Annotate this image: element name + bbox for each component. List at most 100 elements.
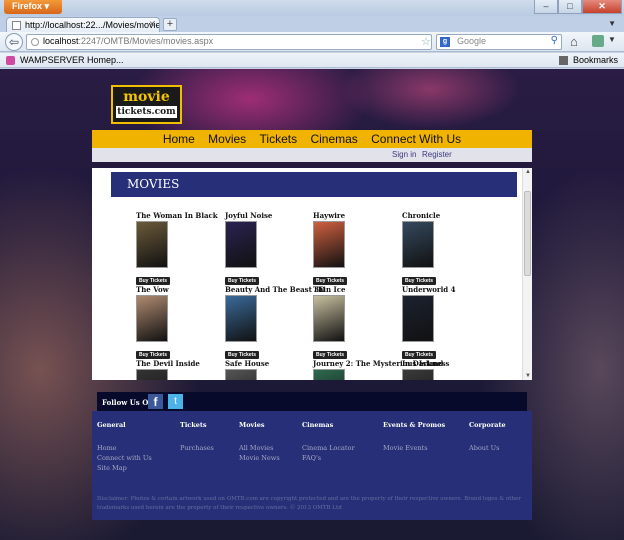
footer-link-home[interactable]: Home bbox=[97, 443, 152, 453]
content-scrollbar[interactable]: ▲ ▼ bbox=[522, 168, 532, 380]
addon-icon[interactable] bbox=[592, 35, 604, 47]
address-bar[interactable]: localhost:2247/OMTB/Movies/movies.aspx ☆… bbox=[26, 34, 454, 50]
bookmark-label: WAMPSERVER Homep... bbox=[20, 55, 124, 65]
footer-link-movie-news[interactable]: Movie News bbox=[239, 453, 280, 463]
buy-tickets-button[interactable]: Buy Tickets bbox=[402, 351, 436, 359]
footer-col-events: Events & Promos Movie Events bbox=[383, 421, 445, 453]
chevron-down-icon[interactable]: ▼ bbox=[608, 35, 616, 44]
footer-heading: Events & Promos bbox=[383, 421, 446, 429]
movie-poster[interactable] bbox=[313, 221, 345, 268]
facebook-icon[interactable]: f bbox=[148, 394, 163, 409]
site-footer: General Home Connect with Us Site Map Ti… bbox=[92, 411, 532, 520]
movie-poster[interactable] bbox=[402, 295, 434, 342]
movie-card: Underworld 4 Buy Tickets bbox=[402, 285, 512, 359]
menu-home[interactable]: Home bbox=[163, 132, 195, 146]
movie-title[interactable]: Chronicle bbox=[402, 211, 512, 220]
google-icon[interactable]: g bbox=[440, 37, 450, 47]
page-icon bbox=[12, 21, 21, 30]
footer-col-tickets: Tickets Purchases bbox=[180, 421, 214, 453]
buy-tickets-button[interactable]: Buy Tickets bbox=[402, 277, 436, 285]
follow-bar: Follow Us On f t bbox=[97, 392, 527, 411]
movie-card: In DarknessBuy Tickets bbox=[402, 359, 512, 380]
navigation-toolbar: ⇦ localhost:2247/OMTB/Movies/movies.aspx… bbox=[0, 32, 624, 52]
scroll-thumb[interactable] bbox=[524, 191, 531, 276]
movie-poster[interactable] bbox=[136, 369, 168, 380]
movie-poster[interactable] bbox=[225, 369, 257, 380]
footer-col-cinemas: Cinemas Cinema Locator FAQ's bbox=[302, 421, 355, 463]
movie-poster[interactable] bbox=[313, 369, 345, 380]
buy-tickets-button[interactable]: Buy Tickets bbox=[313, 277, 347, 285]
movie-poster[interactable] bbox=[136, 221, 168, 268]
signin-link[interactable]: Sign in bbox=[392, 150, 416, 159]
menu-movies[interactable]: Movies bbox=[208, 132, 246, 146]
search-icon[interactable]: ⚲ bbox=[551, 35, 558, 46]
back-button[interactable]: ⇦ bbox=[5, 33, 23, 51]
movie-poster[interactable] bbox=[225, 295, 257, 342]
bookmarks-toolbar: WAMPSERVER Homep... Bookmarks bbox=[0, 53, 624, 68]
window-controls: – □ ✕ bbox=[534, 0, 622, 14]
buy-tickets-button[interactable]: Buy Tickets bbox=[225, 277, 259, 285]
scroll-down-icon[interactable]: ▼ bbox=[525, 373, 531, 379]
footer-heading: General bbox=[97, 421, 126, 429]
follow-label: Follow Us On bbox=[102, 398, 154, 407]
footer-link-movie-events[interactable]: Movie Events bbox=[383, 443, 445, 453]
wampserver-icon bbox=[6, 56, 15, 65]
footer-heading: Cinemas bbox=[302, 421, 334, 429]
movies-panel: MOVIES The Woman In Black Buy Tickets Joyf… bbox=[92, 168, 532, 380]
register-link[interactable]: Register bbox=[422, 150, 452, 159]
movie-card: Chronicle Buy Tickets bbox=[402, 211, 512, 285]
bookmark-wampserver[interactable]: WAMPSERVER Homep... bbox=[6, 55, 124, 65]
movie-poster[interactable] bbox=[313, 295, 345, 342]
buy-tickets-button[interactable]: Buy Tickets bbox=[136, 277, 170, 285]
search-input[interactable]: g Google ⚲ bbox=[436, 34, 562, 50]
footer-col-general: General Home Connect with Us Site Map bbox=[97, 421, 152, 473]
movie-poster[interactable] bbox=[402, 221, 434, 268]
movie-poster[interactable] bbox=[402, 369, 434, 380]
buy-tickets-button[interactable]: Buy Tickets bbox=[136, 351, 170, 359]
movie-poster[interactable] bbox=[136, 295, 168, 342]
footer-disclaimer: Disclaimer: Photos & certain artwork use… bbox=[97, 496, 521, 511]
site-logo[interactable]: movie tickets.com bbox=[111, 85, 182, 124]
footer-link-about-us[interactable]: About Us bbox=[469, 443, 506, 453]
footer-heading: Corporate bbox=[469, 421, 506, 429]
footer-col-corporate: Corporate About Us bbox=[469, 421, 506, 453]
main-menu: Home Movies Tickets Cinemas Connect With… bbox=[92, 130, 532, 148]
bookmarks-menu[interactable]: Bookmarks bbox=[558, 55, 618, 65]
site-identity-icon[interactable] bbox=[31, 38, 39, 46]
buy-tickets-button[interactable]: Buy Tickets bbox=[225, 351, 259, 359]
tab-movies[interactable]: http://localhost:22.../Movies/movies.asp… bbox=[6, 17, 160, 33]
bookmarks-icon bbox=[558, 56, 568, 65]
menu-cinemas[interactable]: Cinemas bbox=[310, 132, 357, 146]
footer-link-purchases[interactable]: Purchases bbox=[180, 443, 214, 453]
url-path: :2247/OMTB/Movies/movies.aspx bbox=[78, 36, 214, 46]
tab-close-icon[interactable]: × bbox=[149, 19, 155, 30]
movie-title[interactable]: In Darkness bbox=[402, 359, 512, 368]
footer-link-connect[interactable]: Connect with Us bbox=[97, 453, 152, 463]
firefox-menu-button[interactable]: Firefox ▾ bbox=[4, 0, 62, 14]
twitter-icon[interactable]: t bbox=[168, 394, 183, 409]
bookmark-star-icon[interactable]: ☆ bbox=[421, 35, 431, 48]
window-titlebar: Firefox ▾ – □ ✕ bbox=[0, 0, 624, 16]
logo-line1: movie bbox=[123, 89, 170, 105]
close-window-button[interactable]: ✕ bbox=[582, 0, 622, 14]
menu-tickets[interactable]: Tickets bbox=[260, 132, 298, 146]
page-title: MOVIES bbox=[111, 172, 517, 197]
menu-connect[interactable]: Connect With Us bbox=[371, 132, 461, 146]
new-tab-button[interactable]: + bbox=[163, 18, 177, 31]
buy-tickets-button[interactable]: Buy Tickets bbox=[313, 351, 347, 359]
footer-link-all-movies[interactable]: All Movies bbox=[239, 443, 280, 453]
footer-link-sitemap[interactable]: Site Map bbox=[97, 463, 152, 473]
auth-bar: Sign in Register bbox=[92, 148, 532, 162]
home-icon[interactable]: ⌂ bbox=[570, 34, 578, 49]
tab-list-icon[interactable]: ▼ bbox=[608, 19, 616, 28]
footer-link-faq[interactable]: FAQ's bbox=[302, 453, 355, 463]
maximize-button[interactable]: □ bbox=[558, 0, 582, 14]
page-viewport: movie tickets.com Home Movies Tickets Ci… bbox=[0, 69, 624, 540]
url-host: localhost bbox=[43, 36, 79, 46]
footer-link-cinema-locator[interactable]: Cinema Locator bbox=[302, 443, 355, 453]
movie-poster[interactable] bbox=[225, 221, 257, 268]
bookmarks-label: Bookmarks bbox=[572, 55, 618, 65]
movie-title[interactable]: Underworld 4 bbox=[402, 285, 512, 294]
minimize-button[interactable]: – bbox=[534, 0, 558, 14]
scroll-up-icon[interactable]: ▲ bbox=[525, 169, 531, 175]
